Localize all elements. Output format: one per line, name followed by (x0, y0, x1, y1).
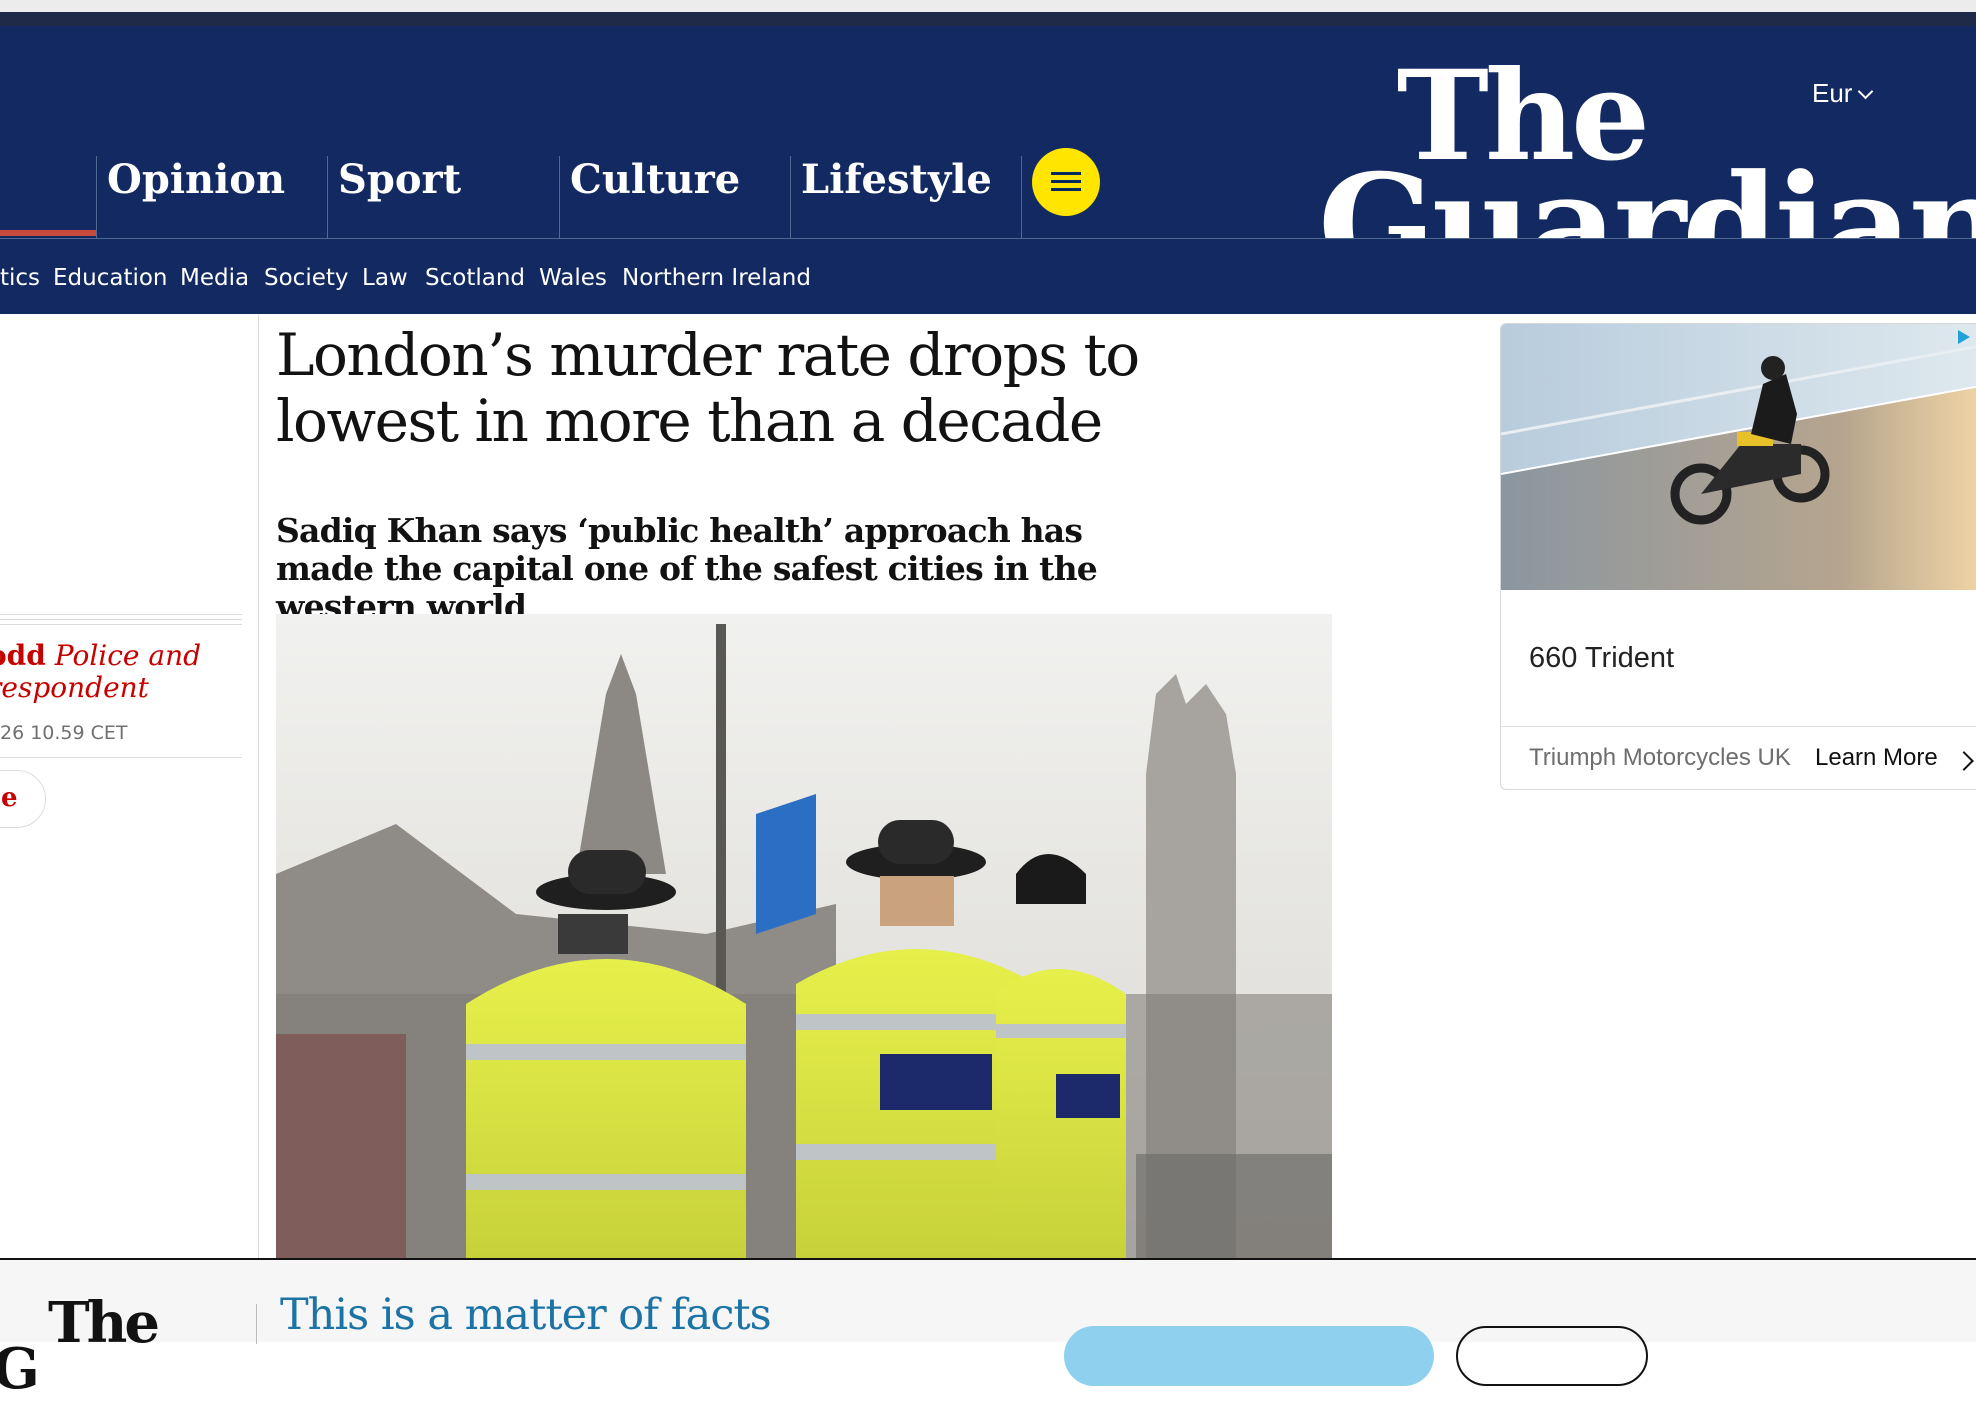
article-headline: London’s murder rate drops to lowest in … (276, 321, 1140, 455)
byline[interactable]: odd Police and respondent (0, 640, 248, 704)
subnav-item-society[interactable]: Society (264, 265, 349, 291)
pillar-lifestyle[interactable]: Lifestyle (790, 156, 1022, 238)
share-label: e (1, 783, 18, 813)
left-column-rule (258, 314, 259, 1258)
pillar-culture[interactable]: Culture (559, 156, 791, 238)
ad-advertiser[interactable]: Triumph Motorcycles UK (1529, 744, 1791, 772)
subnav-item-law[interactable]: Law (362, 265, 408, 291)
byline-name[interactable]: odd (0, 639, 46, 672)
banner-logo-g: G (0, 1336, 40, 1402)
police-photo-illustration (276, 614, 1332, 1258)
meta-divider (0, 757, 242, 758)
subnav-item-politics[interactable]: tics (0, 265, 40, 291)
subnav-item-media[interactable]: Media (180, 265, 249, 291)
ad-image[interactable] (1501, 324, 1976, 590)
support-button[interactable] (1064, 1326, 1434, 1386)
menu-button[interactable] (1032, 148, 1100, 216)
ad-learn-more-button[interactable]: Learn More (1815, 744, 1938, 772)
ad-title[interactable]: 660 Trident (1529, 642, 1674, 675)
banner-divider (256, 1304, 257, 1344)
subnav-item-scotland[interactable]: Scotland (425, 265, 525, 291)
ad-divider (1501, 726, 1976, 727)
pillar-opinion[interactable]: Opinion (96, 156, 328, 238)
header-top-band (0, 12, 1976, 26)
pillar-sport[interactable]: Sport (327, 156, 559, 238)
banner-logo: The G (0, 1290, 160, 1402)
motorcycle-photo (1501, 324, 1976, 590)
pillar-nav: Opinion Sport Culture Lifestyle (0, 126, 1100, 238)
menu-icon (1051, 172, 1081, 175)
adchoices-icon[interactable] (1958, 330, 1970, 344)
browser-top-strip (0, 0, 1976, 12)
active-pillar-underline (0, 230, 96, 236)
subnav-item-wales[interactable]: Wales (539, 265, 607, 291)
article-standfirst: Sadiq Khan says ‘public health’ approach… (276, 511, 1098, 626)
subnav-item-education[interactable]: Education (53, 265, 168, 291)
share-button[interactable]: e (0, 770, 46, 828)
subnav: tics Education Media Society Law Scotlan… (0, 239, 1976, 314)
dateline[interactable]: 26 10.59 CET (0, 722, 128, 744)
secondary-button[interactable] (1456, 1326, 1648, 1386)
meta-rules (0, 614, 242, 629)
chevron-right-icon[interactable] (1954, 751, 1974, 771)
subnav-item-northern-ireland[interactable]: Northern Ireland (622, 265, 811, 291)
advertisement[interactable]: 660 Trident Triumph Motorcycles UK Learn… (1500, 323, 1976, 790)
banner-headline: This is a matter of facts (280, 1290, 772, 1340)
menu-icon-bar (1051, 188, 1081, 191)
banner-logo-the: The (48, 1290, 160, 1356)
article-main-image (276, 614, 1332, 1258)
pillar-divider (1021, 156, 1022, 238)
menu-icon-bar (1051, 180, 1081, 183)
